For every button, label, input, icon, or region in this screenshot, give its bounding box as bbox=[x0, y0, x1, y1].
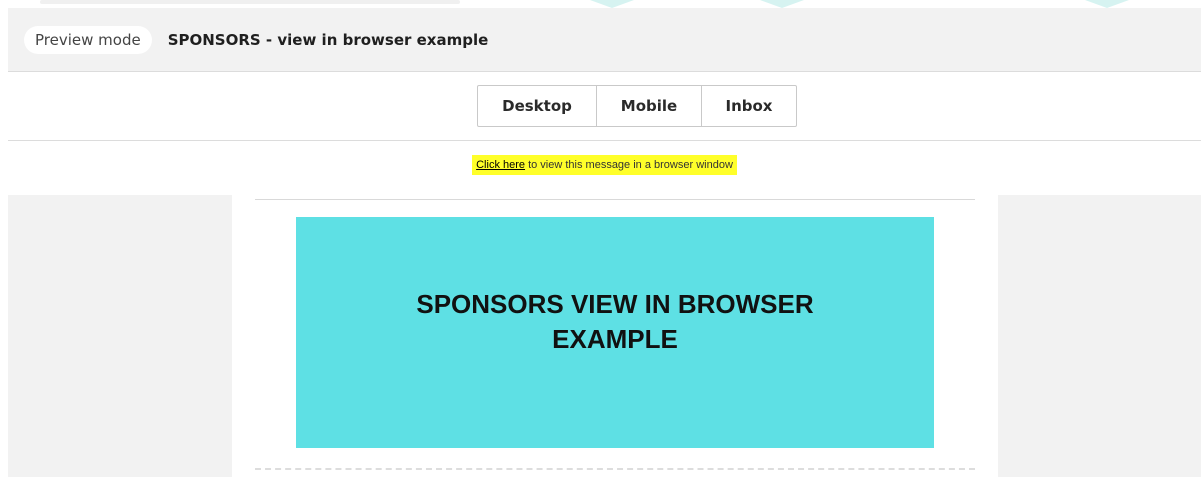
email-gutter-left bbox=[8, 195, 232, 477]
preview-bar: Preview mode SPONSORS - view in browser … bbox=[8, 8, 1201, 72]
email-body: SPONSORS VIEW IN BROWSER EXAMPLE bbox=[232, 195, 998, 477]
decorative-triangle bbox=[760, 0, 804, 8]
preview-mode-badge: Preview mode bbox=[24, 25, 152, 54]
preview-title: SPONSORS - view in browser example bbox=[167, 30, 489, 49]
email-preview-area: Click here to view this message in a bro… bbox=[8, 142, 1201, 477]
view-in-browser-row: Click here to view this message in a bro… bbox=[8, 155, 1201, 179]
top-strip bbox=[0, 0, 1201, 8]
email-gutter-right bbox=[998, 195, 1201, 477]
view-toolbar: Desktop Mobile Inbox bbox=[8, 72, 1201, 141]
dashed-divider bbox=[255, 468, 975, 470]
tab-inbox[interactable]: Inbox bbox=[701, 86, 796, 126]
banner-line-2: EXAMPLE bbox=[552, 323, 678, 354]
decorative-triangle bbox=[590, 0, 634, 8]
banner-line-1: SPONSORS VIEW IN BROWSER bbox=[416, 288, 814, 319]
divider bbox=[255, 199, 975, 200]
top-strip-fragment bbox=[40, 0, 460, 4]
header-banner: SPONSORS VIEW IN BROWSER EXAMPLE bbox=[296, 217, 934, 448]
view-in-browser-highlight: Click here to view this message in a bro… bbox=[472, 155, 737, 175]
banner-heading: SPONSORS VIEW IN BROWSER EXAMPLE bbox=[365, 287, 865, 357]
decorative-triangle bbox=[1085, 0, 1129, 8]
click-here-link[interactable]: Click here bbox=[476, 159, 525, 171]
tab-mobile[interactable]: Mobile bbox=[596, 86, 701, 126]
view-in-browser-text: to view this message in a browser window bbox=[525, 159, 733, 171]
tab-desktop[interactable]: Desktop bbox=[478, 86, 596, 126]
view-switcher: Desktop Mobile Inbox bbox=[477, 85, 797, 127]
